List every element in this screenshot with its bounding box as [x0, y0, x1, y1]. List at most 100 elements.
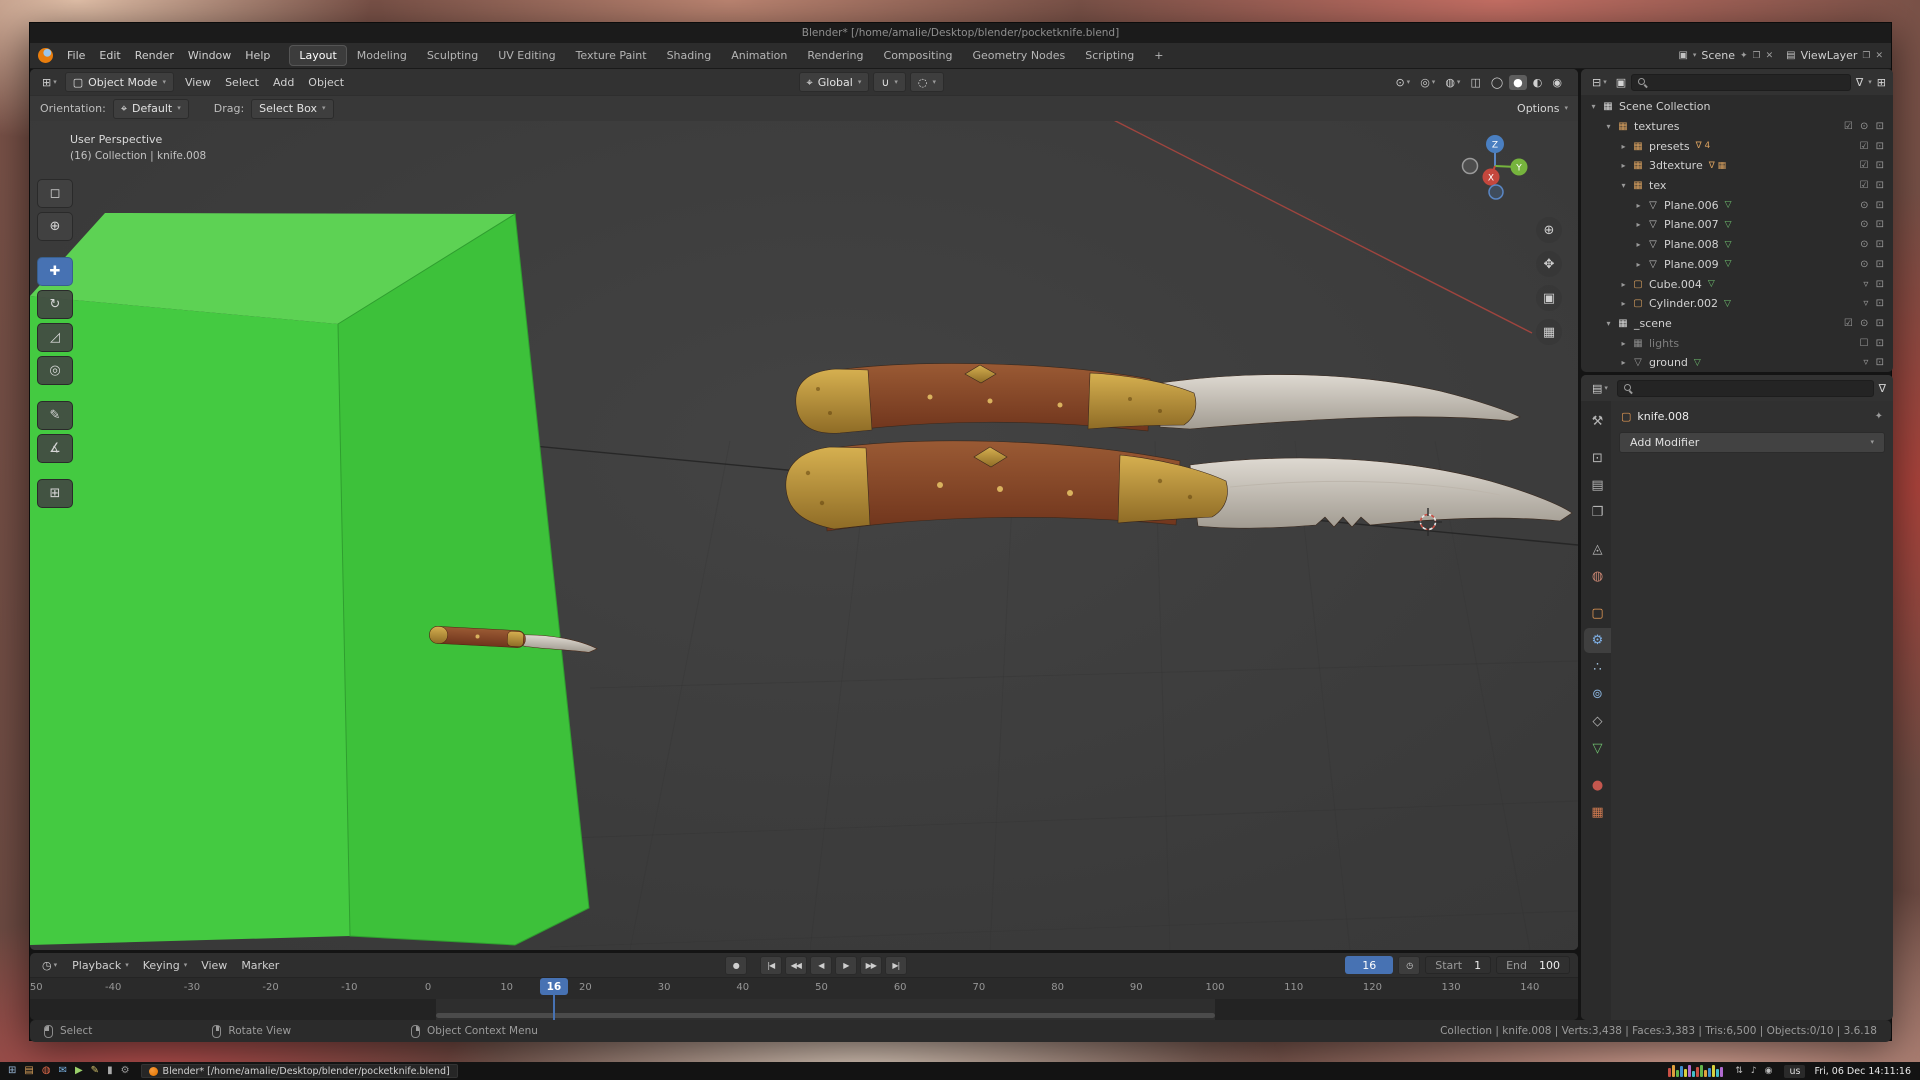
shading-material-button[interactable]: ◐▾	[1529, 75, 1547, 90]
outliner-visibility-toggles[interactable]: ☑ ⊙ ⊡	[1844, 318, 1893, 329]
expand-arrow-icon[interactable]: ▸	[1617, 280, 1630, 289]
playhead-line[interactable]	[553, 993, 555, 1020]
gizmo-minus-z-axis[interactable]	[1489, 185, 1503, 199]
expand-arrow-icon[interactable]: ▸	[1632, 220, 1645, 229]
viewport-menu-item[interactable]: Add	[266, 73, 301, 92]
properties-tab-render[interactable]: ⊡	[1584, 446, 1611, 471]
timeline-menu-item[interactable]: Marker▾	[234, 957, 286, 974]
outliner-row[interactable]: ▸ ▢ Cube.004 ▽ ▿ ⊡	[1581, 274, 1893, 294]
browser-icon[interactable]: ◍	[42, 1066, 51, 1076]
move-tool[interactable]: ✚	[37, 257, 73, 286]
expand-arrow-icon[interactable]: ▸	[1632, 260, 1645, 269]
outliner-visibility-toggles[interactable]: ⊙ ⊡	[1860, 200, 1893, 211]
timeline-menu-item[interactable]: Playback▾	[65, 957, 136, 974]
next-keyframe-button[interactable]: ▶▶	[860, 956, 882, 975]
workspace-tab[interactable]: Modeling	[347, 45, 417, 66]
workspace-tab[interactable]: Compositing	[874, 45, 963, 66]
properties-tab-world[interactable]: ◍	[1584, 564, 1611, 589]
expand-arrow-icon[interactable]: ▾	[1602, 319, 1615, 328]
workspace-tab[interactable]: Sculpting	[417, 45, 488, 66]
viewlayer-remove-icon[interactable]: ✕	[1875, 51, 1883, 61]
outliner-visibility-toggles[interactable]: ☑ ⊡	[1859, 160, 1893, 171]
transform-orientation-dropdown[interactable]: ⌖ Global ▾	[799, 72, 870, 92]
outliner-visibility-toggles[interactable]: ⊙ ⊡	[1860, 239, 1893, 250]
proportional-editing-button[interactable]: ◌▾	[910, 72, 944, 92]
properties-tab-constraints[interactable]: ◇	[1584, 709, 1611, 734]
outliner-row[interactable]: ▾ ▦ _scene ☑ ⊙ ⊡	[1581, 314, 1893, 334]
3d-viewport-canvas[interactable]: User Perspective (16) Collection | knife…	[30, 121, 1578, 950]
shading-wireframe-button[interactable]: ◯▾	[1487, 75, 1507, 90]
measure-tool[interactable]: ∡	[37, 434, 73, 463]
mail-icon[interactable]: ✉	[59, 1066, 67, 1076]
outliner-item-label[interactable]: 3dtexture	[1649, 159, 1703, 172]
timeline-menu-item[interactable]: Keying▾	[136, 957, 194, 974]
outliner-item-label[interactable]: textures	[1634, 120, 1679, 133]
properties-tab-scene[interactable]: ◬	[1584, 537, 1611, 562]
properties-tab-modifiers[interactable]: ⚙	[1584, 628, 1611, 653]
drag-setting-dropdown[interactable]: Select Box ▾	[251, 99, 333, 119]
gizmos-dropdown-button[interactable]: ◎▾	[1416, 75, 1439, 90]
overlays-dropdown-button[interactable]: ◍▾	[1441, 75, 1464, 90]
properties-tab-output[interactable]: ▤	[1584, 473, 1611, 498]
visibility-dropdown-button[interactable]: ⊙▾	[1391, 75, 1414, 90]
expand-arrow-icon[interactable]: ▸	[1617, 299, 1630, 308]
scene-unlink-icon[interactable]: ✕	[1766, 51, 1774, 61]
annotate-tool[interactable]: ✎	[37, 401, 73, 430]
outliner-row[interactable]: ▸ ▽ ground ▽ ▿ ⊡	[1581, 353, 1893, 372]
outliner-row[interactable]: ▸ ▽ Plane.008 ▽ ⊙ ⊡	[1581, 235, 1893, 255]
scene-copy-icon[interactable]: ❐	[1753, 51, 1761, 61]
properties-tab-physics[interactable]: ⊚	[1584, 682, 1611, 707]
outliner-visibility-toggles[interactable]: ☑ ⊙ ⊡	[1844, 121, 1893, 132]
outliner-visibility-toggles[interactable]: ▿ ⊡	[1863, 279, 1893, 290]
viewport-menu-item[interactable]: Select	[218, 73, 266, 92]
shading-rendered-button[interactable]: ◉▾	[1548, 75, 1566, 90]
snapping-button[interactable]: ∪▾	[873, 72, 906, 92]
properties-tab-object[interactable]: ▢	[1584, 601, 1611, 626]
network-icon[interactable]: ⇅	[1735, 1066, 1743, 1076]
menu-item[interactable]: File	[60, 46, 92, 65]
jump-to-end-button[interactable]: ▶|	[885, 956, 907, 975]
outliner-editor-type-button[interactable]: ⊟▾	[1588, 75, 1611, 90]
current-frame-field[interactable]: 16	[1345, 956, 1393, 974]
menu-item[interactable]: Window	[181, 46, 238, 65]
outliner-row[interactable]: ▸ ▽ Plane.009 ▽ ⊙ ⊡	[1581, 255, 1893, 275]
outliner-item-label[interactable]: lights	[1649, 337, 1679, 350]
volume-icon[interactable]: ♪	[1751, 1066, 1757, 1076]
expand-arrow-icon[interactable]: ▸	[1617, 339, 1630, 348]
properties-tab-texture[interactable]: ▦	[1584, 800, 1611, 825]
pan-hand-button[interactable]: ✥	[1536, 251, 1562, 277]
timeline-menu-item[interactable]: View▾	[194, 957, 234, 974]
playhead-label[interactable]: 16	[540, 978, 568, 995]
outliner-item-label[interactable]: Scene Collection	[1619, 100, 1710, 113]
scene-browse-icon[interactable]: ▣	[1678, 50, 1687, 61]
notifications-icon[interactable]: ◉	[1765, 1066, 1773, 1076]
expand-arrow-icon[interactable]: ▸	[1617, 161, 1630, 170]
workspace-tab[interactable]: Geometry Nodes	[962, 45, 1075, 66]
expand-arrow-icon[interactable]: ▸	[1632, 240, 1645, 249]
gizmo-minus-y-axis[interactable]	[1463, 159, 1478, 174]
workspace-tab[interactable]: Scripting	[1075, 45, 1144, 66]
outliner-visibility-toggles[interactable]: ⊙ ⊡	[1860, 259, 1893, 270]
expand-arrow-icon[interactable]: ▸	[1632, 201, 1645, 210]
green-cube-object[interactable]	[30, 213, 589, 945]
workspace-tab[interactable]: Layout	[289, 45, 346, 66]
properties-search-input[interactable]	[1617, 380, 1874, 397]
play-reverse-button[interactable]: ◀	[810, 956, 832, 975]
play-button[interactable]: ▶	[835, 956, 857, 975]
rotate-tool[interactable]: ↻	[37, 290, 73, 319]
outliner-visibility-toggles[interactable]: ⊙ ⊡	[1860, 219, 1893, 230]
workspace-tab[interactable]: Rendering	[797, 45, 873, 66]
viewport-menu-item[interactable]: View	[178, 73, 218, 92]
outliner-row[interactable]: ▸ ▽ Plane.007 ▽ ⊙ ⊡	[1581, 215, 1893, 235]
zoom-button[interactable]: ⊕	[1536, 217, 1562, 243]
outliner-filter-icon[interactable]: ∇	[1856, 77, 1863, 88]
timeline-ruler[interactable]: -50-40-30-20-100102030405060708090100110…	[30, 977, 1578, 999]
scale-tool[interactable]: ◿	[37, 323, 73, 352]
outliner-row[interactable]: ▸ ▦ lights ☐ ⊡	[1581, 333, 1893, 353]
scene-pin-icon[interactable]: ✦	[1740, 51, 1748, 61]
pin-icon[interactable]: ✦	[1875, 411, 1883, 422]
frame-end-field[interactable]: End 100	[1496, 956, 1570, 974]
outliner-item-label[interactable]: Plane.008	[1664, 238, 1719, 251]
workspace-tab[interactable]: +	[1144, 45, 1173, 66]
outliner-visibility-toggles[interactable]: ☑ ⊡	[1859, 180, 1893, 191]
